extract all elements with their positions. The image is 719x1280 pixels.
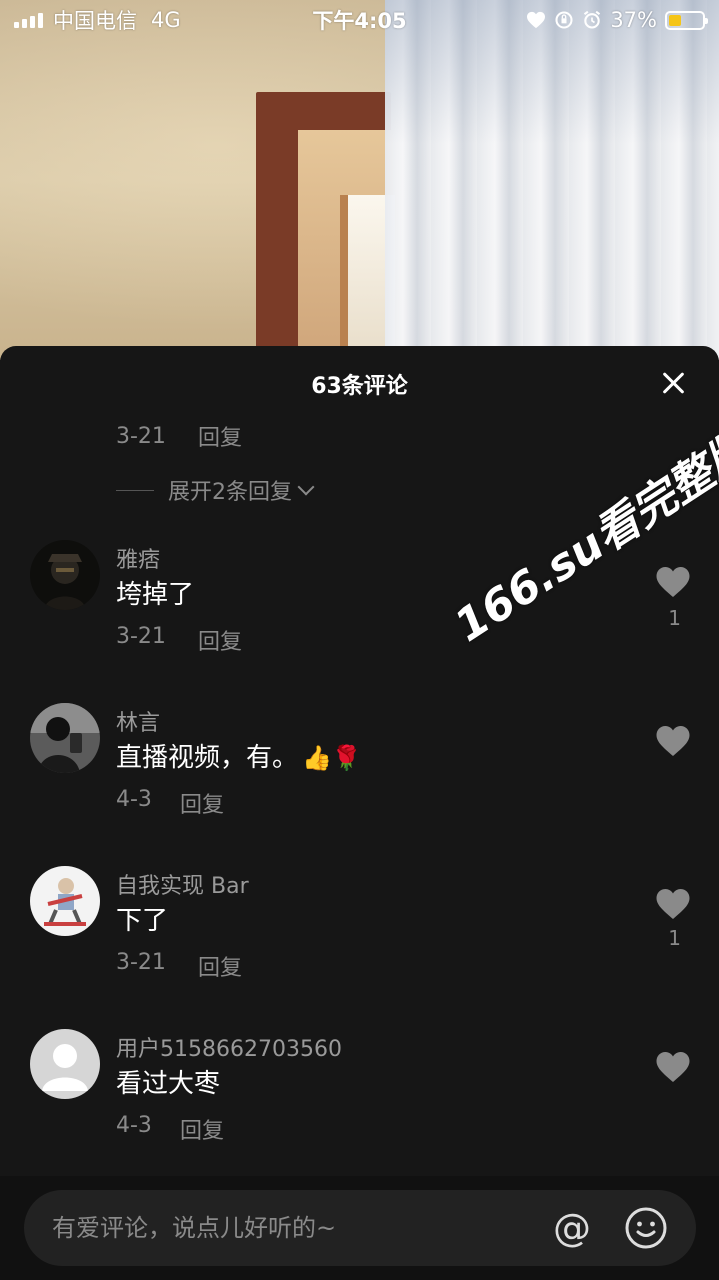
reply-button[interactable]: 回复	[198, 420, 242, 452]
rotation-lock-icon	[555, 11, 573, 29]
like-count: 1	[668, 606, 681, 630]
comment-author[interactable]: 自我实现 Bar	[116, 868, 249, 900]
heart-icon[interactable]	[655, 1049, 691, 1085]
heart-icon[interactable]	[655, 723, 691, 759]
network-label: 4G	[151, 8, 181, 32]
status-bar: 中国电信 4G 下午4:05 37%	[0, 0, 719, 40]
comment-input[interactable]	[52, 1214, 540, 1242]
comment-meta: 3-21 回复	[116, 624, 242, 656]
chevron-down-icon	[297, 478, 315, 496]
divider	[116, 489, 154, 491]
battery-icon	[665, 10, 708, 30]
expand-replies-label: 展开2条回复	[168, 480, 292, 505]
comment-meta: 4-3 回复	[116, 787, 224, 819]
comment-input-bar: @	[0, 1176, 719, 1280]
comment-date: 3-21	[116, 950, 166, 975]
comment-meta: 4-3 回复	[116, 1113, 224, 1145]
comment-text: 看过大枣	[116, 1069, 221, 1099]
expand-replies-button[interactable]: 展开2条回复	[116, 474, 315, 506]
avatar[interactable]	[30, 540, 100, 610]
comment-input-box[interactable]: @	[24, 1190, 696, 1266]
comment-date: 4-3	[116, 1113, 152, 1138]
reply-button[interactable]: 回复	[198, 950, 242, 982]
carrier-label: 中国电信	[53, 9, 137, 33]
sheet-header: 63条评论	[0, 346, 719, 422]
battery-percent: 37%	[610, 8, 657, 32]
comment-author[interactable]: 用户5158662703560	[116, 1031, 342, 1063]
thumbs-up-rose-emoji: 👍🌹	[302, 744, 362, 772]
comment-text: 垮掉了	[116, 580, 195, 610]
comment-date: 3-21	[116, 423, 166, 449]
comment-text: 下了	[116, 906, 169, 936]
comment-author[interactable]: 林言	[116, 705, 160, 737]
list-item: 林言 直播视频，有。 👍🌹 4-3 回复	[0, 703, 719, 843]
signal-icon	[14, 12, 43, 28]
avatar[interactable]	[30, 1029, 100, 1099]
top-comment-meta: 3-21 回复	[116, 420, 242, 452]
comment-text: 直播视频，有。 👍🌹	[116, 737, 362, 774]
mention-button[interactable]: @	[550, 1206, 594, 1250]
alarm-icon	[584, 10, 601, 29]
like-count: 1	[668, 926, 681, 950]
emoji-icon[interactable]	[624, 1206, 668, 1250]
list-item: 自我实现 Bar 下了 3-21 回复 1	[0, 866, 719, 1006]
reply-button[interactable]: 回复	[180, 787, 224, 819]
heart-status-icon	[527, 11, 546, 29]
reply-button[interactable]: 回复	[198, 624, 242, 656]
heart-icon[interactable]	[655, 564, 691, 600]
battery-fill	[669, 14, 681, 26]
avatar[interactable]	[30, 866, 100, 936]
comment-author[interactable]: 雅痞	[116, 542, 160, 574]
close-button[interactable]	[659, 368, 689, 398]
comment-meta: 3-21 回复	[116, 950, 242, 982]
video-background[interactable]	[0, 0, 719, 360]
reply-button[interactable]: 回复	[180, 1113, 224, 1145]
heart-icon[interactable]	[655, 886, 691, 922]
curtain-shade	[385, 0, 719, 360]
comment-date: 3-21	[116, 624, 166, 649]
comment-count-title: 63条评论	[311, 374, 408, 399]
comment-sheet: 63条评论 3-21 回复 展开2条回复 雅痞 垮掉了 3-21 回复 1 林言…	[0, 346, 719, 1280]
avatar[interactable]	[30, 703, 100, 773]
status-icons: 37%	[526, 8, 708, 32]
list-item: 用户5158662703560 看过大枣 4-3 回复	[0, 1029, 719, 1169]
comment-text-body: 直播视频，有。	[116, 743, 299, 773]
comment-date: 4-3	[116, 787, 152, 812]
